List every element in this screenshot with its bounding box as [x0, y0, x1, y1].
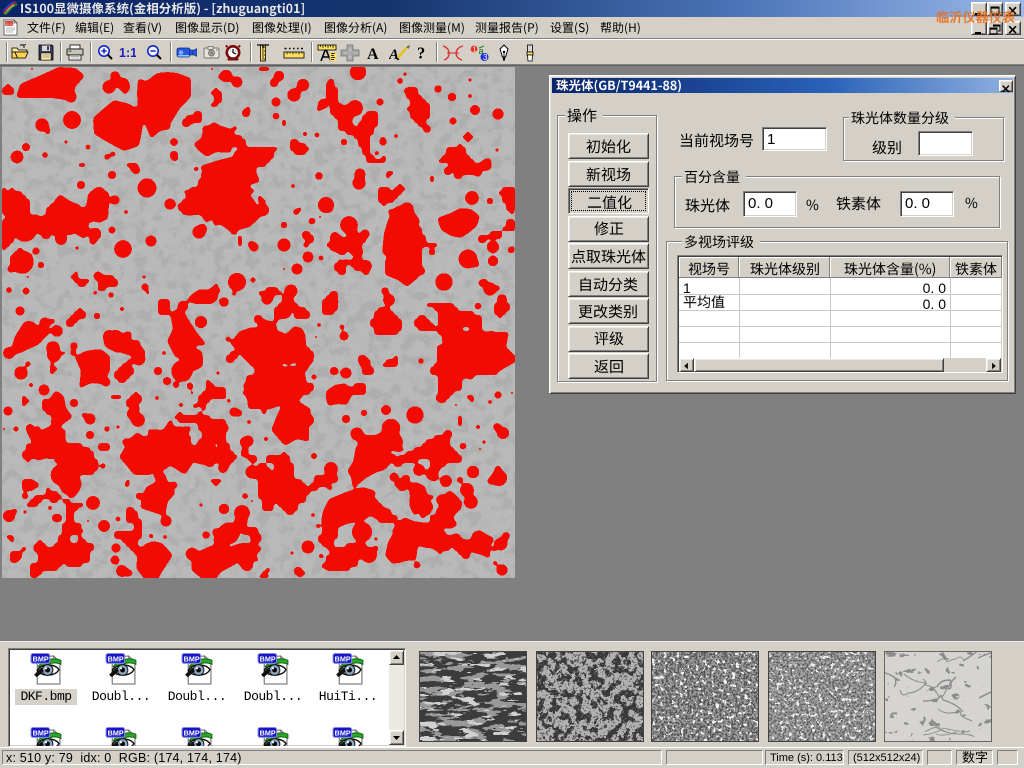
svg-text:1: 1: [473, 46, 477, 53]
svg-text:A: A: [367, 46, 379, 61]
svg-text:DOC: DOC: [6, 22, 14, 26]
svg-text:1:1: 1:1: [119, 46, 136, 59]
svg-text:3: 3: [483, 53, 488, 62]
svg-text:?: ?: [417, 44, 425, 61]
